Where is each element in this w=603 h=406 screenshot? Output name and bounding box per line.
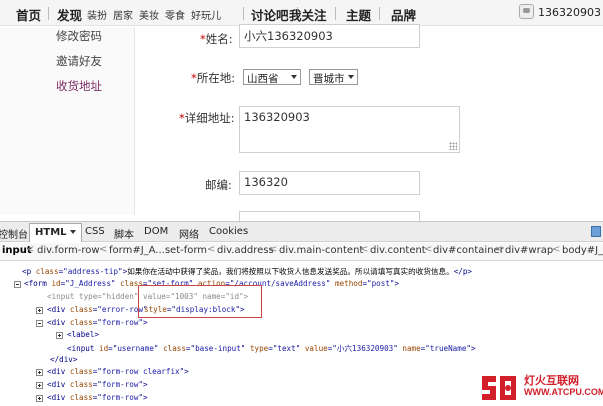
city-select[interactable]: 晋城市 [309, 69, 358, 85]
sidebar-item-change-password[interactable]: 修改密码 [56, 28, 102, 44]
devtools-toolbar: 控制台 HTML CSS 脚本 DOM 网络 Cookies [0, 221, 603, 242]
tab-script[interactable]: 脚本 [114, 226, 134, 241]
tree-node-username-input[interactable]: <input id="username" class="base-input" … [67, 343, 476, 354]
crumb-body[interactable]: body#J_B [562, 245, 603, 256]
sidebar-item-shipping-address[interactable]: 收货地址 [56, 78, 102, 94]
name-label: *姓名: [200, 32, 233, 46]
expand-icon[interactable] [36, 307, 43, 314]
crumb-form[interactable]: form#J_A...set-form [109, 245, 207, 256]
nav-discover[interactable]: 发现 [57, 5, 82, 24]
nav-forum[interactable]: 讨论吧 [251, 5, 289, 24]
tree-node-form-row[interactable]: <div class="form-row"> [47, 318, 148, 327]
nav-topics[interactable]: 主题 [346, 5, 371, 24]
tab-html[interactable]: HTML [29, 223, 82, 242]
crumb-content[interactable]: div.content [370, 245, 426, 256]
tab-dom[interactable]: DOM [144, 226, 168, 237]
tree-node-form-row[interactable]: <div class="form-row"> [47, 380, 148, 389]
crumb-separator-icon: < [99, 244, 108, 255]
tree-node-form-row-clearfix[interactable]: <div class="form-row clearfix"> [47, 367, 189, 376]
account-sidebar: 修改密码 邀请好友 收货地址 [0, 27, 135, 215]
tab-network[interactable]: 网络 [179, 226, 199, 241]
tree-node-close-div: </div> [50, 355, 78, 364]
nav-home[interactable]: 首页 [16, 5, 41, 24]
postcode-field[interactable]: 136320 [239, 171, 420, 195]
crumb-separator-icon: < [495, 244, 504, 255]
location-label: *所在地: [191, 71, 236, 85]
chevron-down-icon [348, 75, 354, 79]
avatar[interactable] [519, 4, 534, 19]
nav-divider [335, 7, 336, 20]
crumb-container[interactable]: div#container [433, 245, 504, 256]
collapse-icon[interactable] [36, 320, 43, 327]
crumb-separator-icon: < [360, 244, 369, 255]
crumb-separator-icon: < [552, 244, 561, 255]
tree-node-error-row[interactable]: <div class="error-row" [47, 305, 148, 314]
nav-sub-home[interactable]: 居家 [113, 7, 133, 22]
top-navigation: 首页 发现 装扮 居家 美妆 零食 好玩儿 讨论吧 我关注 主题 品牌 1363… [0, 0, 603, 26]
tab-console[interactable]: 控制台 [0, 226, 28, 241]
highlight-box [138, 285, 262, 318]
nav-sub-fun[interactable]: 好玩儿 [191, 7, 221, 22]
sidebar-item-invite-friends[interactable]: 邀请好友 [56, 53, 102, 69]
nav-sub-beauty[interactable]: 美妆 [139, 7, 159, 22]
resize-grip-icon[interactable] [449, 142, 457, 150]
expand-icon[interactable] [56, 332, 63, 339]
crumb-separator-icon: < [269, 244, 278, 255]
crumb-separator-icon: < [26, 244, 35, 255]
nav-sub-dress[interactable]: 装扮 [87, 7, 107, 22]
chevron-down-icon [291, 75, 297, 79]
nav-sub-snacks[interactable]: 零食 [165, 7, 185, 22]
crumb-form-row[interactable]: div.form-row [37, 245, 100, 256]
next-field[interactable] [239, 211, 420, 221]
watermark-logo-icon [482, 376, 516, 400]
user-name[interactable]: 136320903 [538, 6, 601, 19]
crumb-separator-icon: < [424, 244, 433, 255]
watermark-text: 灯火互联网 [524, 374, 579, 387]
tab-cookies[interactable]: Cookies [209, 226, 248, 237]
user-menu[interactable]: 136320903 [514, 3, 603, 23]
address-textarea[interactable]: 136320903 [239, 106, 460, 153]
nav-divider [379, 7, 380, 20]
dom-breadcrumb: input < div.form-row < form#J_A...set-fo… [0, 243, 603, 261]
address-label: *详细地址: [179, 111, 235, 125]
expand-icon[interactable] [36, 382, 43, 389]
tree-node-address-tip[interactable]: <p class="address-tip">如果你在活动中获得了奖品，我们将按… [22, 266, 472, 277]
crumb-separator-icon: < [207, 244, 216, 255]
crumb-wrap[interactable]: div#wrap [505, 245, 553, 256]
nav-divider [48, 7, 49, 20]
watermark-url: WWW.ATCPU.COM [524, 387, 603, 397]
crumb-address[interactable]: div.address [217, 245, 274, 256]
province-select[interactable]: 山西省 [243, 69, 301, 85]
chevron-down-icon [69, 230, 76, 234]
tree-node-label[interactable]: <label> [67, 330, 99, 339]
expand-icon[interactable] [36, 369, 43, 376]
expand-icon[interactable] [36, 395, 43, 402]
nav-brands[interactable]: 品牌 [391, 5, 416, 24]
crumb-main-content[interactable]: div.main-content [279, 245, 363, 256]
collapse-icon[interactable] [14, 281, 21, 288]
postcode-label: 邮编: [205, 178, 232, 192]
tree-node-form-row[interactable]: <div class="form-row"> [47, 393, 148, 402]
name-field[interactable]: 小六136320903 [239, 24, 420, 48]
panel-icon[interactable] [591, 226, 601, 237]
nav-divider [243, 7, 244, 20]
nav-following[interactable]: 我关注 [289, 5, 327, 24]
tab-css[interactable]: CSS [85, 226, 105, 237]
